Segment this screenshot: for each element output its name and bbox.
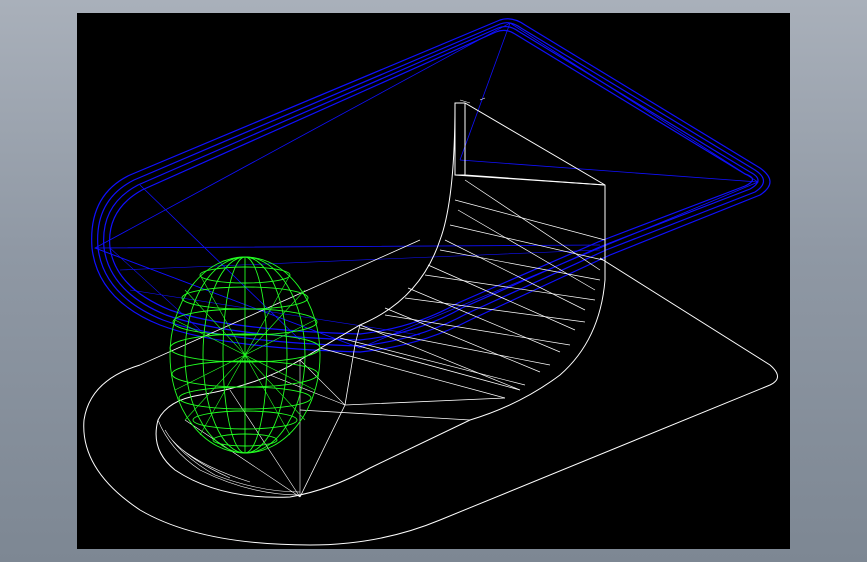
cad-viewport[interactable] bbox=[77, 13, 790, 549]
green-ellipsoid-wireframe bbox=[169, 256, 321, 454]
white-curved-channel-wireframe bbox=[155, 97, 606, 498]
wireframe-scene bbox=[83, 18, 778, 546]
blue-shell-wireframe bbox=[91, 18, 771, 353]
